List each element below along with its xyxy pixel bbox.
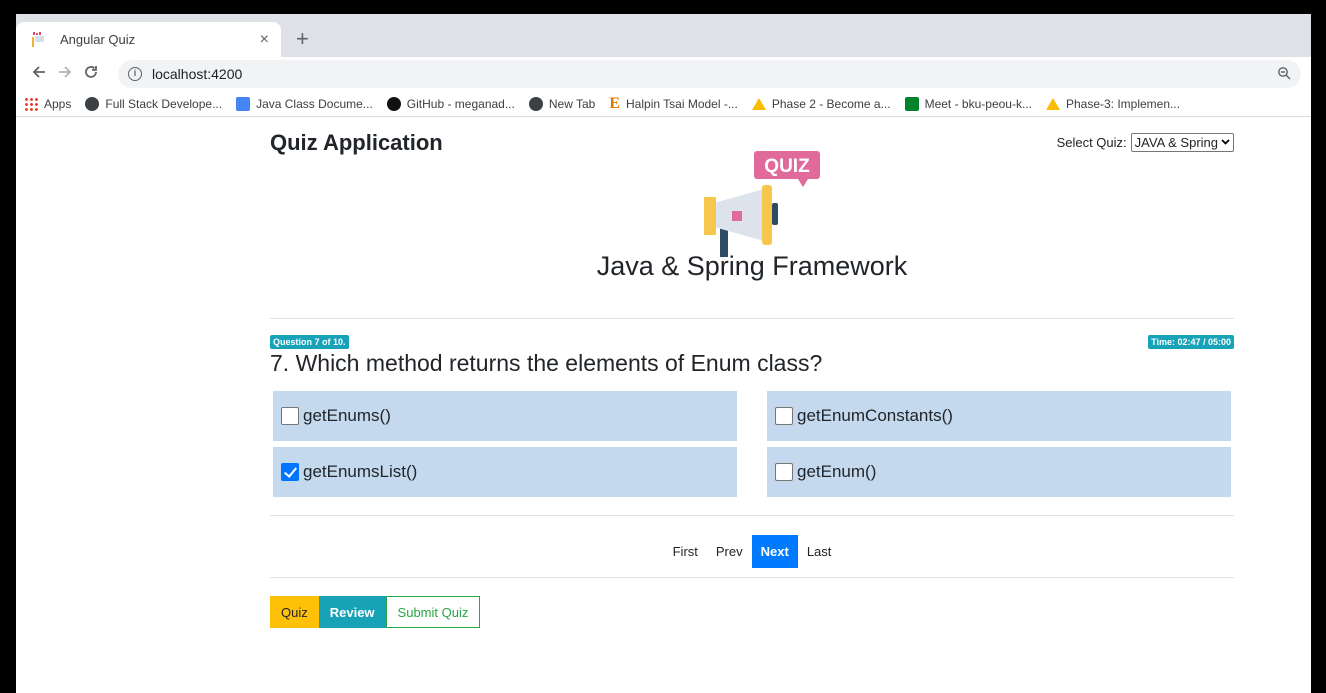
drive-icon: [1045, 97, 1060, 110]
divider: [270, 318, 1234, 319]
quiz-page: Quiz Application Select Quiz: JAVA & Spr…: [16, 117, 1311, 693]
quiz-button[interactable]: Quiz: [270, 596, 319, 628]
bookmark-meet[interactable]: Meet - bku-peou-k...: [904, 96, 1032, 111]
pager-next[interactable]: Next: [751, 535, 798, 568]
divider: [270, 577, 1234, 578]
docs-icon: [236, 96, 251, 111]
option-getenum[interactable]: getEnum(): [767, 447, 1231, 497]
submit-quiz-button[interactable]: Submit Quiz: [385, 596, 481, 628]
option-getenumconstants[interactable]: getEnumConstants(): [767, 391, 1231, 441]
bookmark-full-stack[interactable]: Full Stack Develope...: [85, 96, 222, 111]
url-text: localhost:4200: [152, 66, 243, 82]
bookmark-phase-2[interactable]: Phase 2 - Become a...: [751, 97, 891, 111]
question-pager: First Prev Next Last: [270, 535, 1234, 568]
apps-grid-icon: [24, 96, 38, 111]
quiz-select[interactable]: JAVA & Spring: [1130, 133, 1234, 152]
option-checkbox[interactable]: [281, 407, 299, 425]
close-tab-icon[interactable]: ×: [260, 31, 269, 49]
bookmarks-bar: Apps Full Stack Develope... Java Class D…: [16, 91, 1311, 117]
tab-title: Angular Quiz: [60, 32, 136, 47]
option-getenums[interactable]: getEnums(): [273, 391, 737, 441]
drive-icon: [751, 97, 766, 110]
quiz-megaphone-logo: QUIZ: [690, 147, 820, 262]
logo-text: QUIZ: [764, 156, 810, 177]
question-counter-badge: Question 7 of 10.: [270, 335, 349, 349]
pager-first[interactable]: First: [664, 535, 707, 568]
meet-icon: [904, 96, 919, 111]
browser-window: Angular Quiz × + i localhost:4200 Apps F…: [16, 14, 1311, 693]
option-checkbox[interactable]: [775, 463, 793, 481]
reload-icon[interactable]: [78, 64, 104, 85]
quiz-actions: Quiz Review Submit Quiz: [270, 596, 481, 628]
tab-strip: Angular Quiz × +: [16, 14, 1311, 57]
pager-last[interactable]: Last: [798, 535, 841, 568]
github-icon: [386, 96, 401, 111]
angular-favicon-icon: [30, 31, 50, 48]
bookmark-apps[interactable]: Apps: [24, 96, 71, 111]
quiz-name: Java & Spring Framework: [596, 251, 908, 281]
bookmark-new-tab[interactable]: New Tab: [528, 96, 595, 111]
globe-icon: [85, 96, 100, 111]
chevron-down-icon: [1221, 137, 1230, 148]
select-quiz-label: Select Quiz:: [1056, 135, 1127, 150]
new-tab-button[interactable]: +: [296, 26, 309, 52]
address-bar[interactable]: i localhost:4200: [118, 60, 1301, 88]
globe-icon: [528, 96, 543, 111]
e-icon: E: [609, 94, 621, 112]
divider: [270, 515, 1234, 516]
bookmark-phase-3[interactable]: Phase-3: Implemen...: [1045, 97, 1180, 111]
bookmark-halpin[interactable]: E Halpin Tsai Model -...: [609, 94, 738, 112]
browser-toolbar: i localhost:4200: [16, 57, 1311, 91]
timer-badge: Time: 02:47 / 05:00: [1148, 335, 1234, 349]
bookmark-java-class[interactable]: Java Class Docume...: [236, 96, 373, 111]
pager-prev[interactable]: Prev: [707, 535, 752, 568]
zoom-icon[interactable]: [1277, 66, 1291, 83]
option-checkbox-checked[interactable]: [281, 463, 299, 481]
back-icon[interactable]: [26, 64, 52, 85]
question-text: 7. Which method returns the elements of …: [270, 350, 823, 376]
option-getenumslist[interactable]: getEnumsList(): [273, 447, 737, 497]
review-button[interactable]: Review: [318, 596, 386, 628]
info-icon[interactable]: i: [128, 67, 142, 81]
quiz-selector: Select Quiz: JAVA & Spring: [1057, 133, 1234, 152]
app-brand[interactable]: Quiz Application: [270, 130, 443, 156]
bookmark-github[interactable]: GitHub - meganad...: [386, 96, 515, 111]
browser-tab[interactable]: Angular Quiz ×: [16, 22, 281, 57]
forward-icon[interactable]: [52, 64, 78, 85]
option-checkbox[interactable]: [775, 407, 793, 425]
